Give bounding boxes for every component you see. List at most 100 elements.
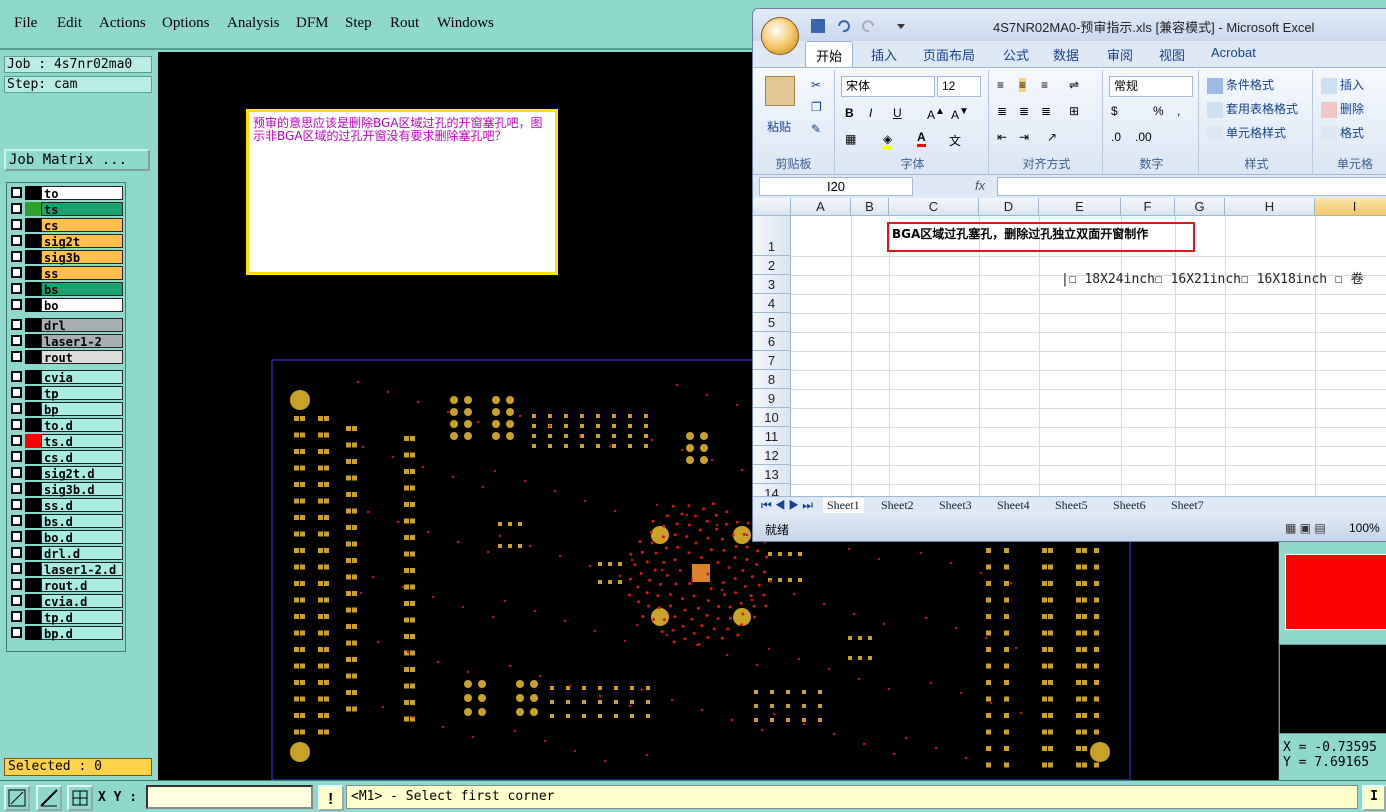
layer-checkbox[interactable] [11,267,22,278]
formula-input[interactable] [997,177,1386,196]
copy-icon[interactable]: ❐ [811,100,822,114]
cell-c1[interactable]: BGA区域过孔塞孔，删除过孔独立双面开窗制作 [887,222,1195,252]
column-header-d[interactable]: D [979,198,1039,216]
layer-name[interactable]: ss [41,266,123,281]
layer-name[interactable]: drl [41,318,123,333]
layer-row[interactable]: to [7,185,127,201]
job-matrix-button[interactable]: Job Matrix ... [4,149,150,171]
column-header-g[interactable]: G [1175,198,1225,216]
menu-edit[interactable]: Edit [57,15,82,32]
layer-checkbox[interactable] [11,627,22,638]
align-middle-icon[interactable]: ≡ [1019,78,1027,92]
tab-data[interactable]: 数据 [1053,45,1079,64]
layer-row[interactable]: bo.d [7,529,127,545]
layer-row[interactable]: laser1-2.d [7,561,127,577]
zoom-level[interactable]: 100% [1349,521,1380,535]
tab-insert[interactable]: 插入 [871,45,897,64]
layer-checkbox[interactable] [11,387,22,398]
layer-row[interactable]: sig3b.d [7,481,127,497]
layer-checkbox[interactable] [11,419,22,430]
layer-checkbox[interactable] [11,403,22,414]
layer-checkbox[interactable] [11,531,22,542]
column-header-f[interactable]: F [1121,198,1175,216]
layer-row[interactable]: tp [7,385,127,401]
layer-name[interactable]: cvia.d [41,594,123,609]
fill-color-icon[interactable]: ◈ [883,132,893,149]
tab-home[interactable]: 开始 [805,41,854,67]
sheet-tab[interactable]: Sheet3 [939,498,972,513]
layer-row[interactable]: to.d [7,417,127,433]
layer-checkbox[interactable] [11,283,22,294]
grid-icon[interactable] [67,785,93,811]
layer-name[interactable]: bp [41,402,123,417]
column-header-e[interactable]: E [1039,198,1121,216]
layer-row[interactable]: rout.d [7,577,127,593]
column-header-h[interactable]: H [1225,198,1315,216]
align-left-icon[interactable]: ≣ [997,104,1007,118]
row-header[interactable]: 8 [753,370,791,389]
layer-name[interactable]: bo [41,298,123,313]
layer-name[interactable]: bo.d [41,530,123,545]
paste-button[interactable]: 粘贴 [767,118,791,135]
layer-row[interactable]: bp.d [7,625,127,641]
row-header[interactable]: 13 [753,465,791,484]
layer-checkbox[interactable] [11,579,22,590]
tab-formulas[interactable]: 公式 [1003,45,1029,64]
sheet-tab[interactable]: Sheet6 [1113,498,1146,513]
paste-icon[interactable] [765,76,795,106]
layer-name[interactable]: bs.d [41,514,123,529]
fx-icon[interactable]: fx [975,178,985,193]
menu-analysis[interactable]: Analysis [227,15,280,32]
comma-icon[interactable]: , [1177,104,1180,118]
layer-row[interactable]: sig3b [7,249,127,265]
layer-row[interactable]: bp [7,401,127,417]
row-header[interactable]: 6 [753,332,791,351]
tab-page-layout[interactable]: 页面布局 [923,45,975,64]
phonetic-icon[interactable]: 文 [949,132,961,149]
layer-checkbox[interactable] [11,187,22,198]
layer-row[interactable]: ss.d [7,497,127,513]
align-bottom-icon[interactable]: ≡ [1041,78,1048,92]
layer-checkbox[interactable] [11,335,22,346]
merge-center-icon[interactable]: ⊞ [1069,104,1079,118]
orientation-icon[interactable]: ↗ [1047,130,1057,144]
layer-checkbox[interactable] [11,563,22,574]
layer-row[interactable]: cs.d [7,449,127,465]
layer-name[interactable]: to.d [41,418,123,433]
layer-row[interactable]: tp.d [7,609,127,625]
cell-styles-button[interactable]: 单元格样式 [1207,124,1286,142]
row-header[interactable]: 1 [753,216,791,256]
row-header[interactable]: 9 [753,389,791,408]
layer-checkbox[interactable] [11,611,22,622]
align-center-icon[interactable]: ≣ [1019,104,1029,118]
layer-name[interactable]: rout [41,350,123,365]
overview-box[interactable] [1279,644,1386,734]
layer-row[interactable]: bs [7,281,127,297]
decrease-indent-icon[interactable]: ⇤ [997,130,1007,144]
sheet-tab[interactable]: Sheet7 [1171,498,1204,513]
menu-windows[interactable]: Windows [437,15,494,32]
alert-icon[interactable]: ! [318,785,344,811]
decrease-decimal-icon[interactable]: .00 [1135,130,1152,144]
layer-name[interactable]: laser1-2 [41,334,123,349]
italic-icon[interactable]: I [869,106,872,120]
row2-options[interactable]: |☐ 18X24inch☐ 16X21inch☐ 16X18inch ☐ 卷 [1061,268,1364,287]
column-header-i[interactable]: I [1315,198,1386,216]
layer-name[interactable]: ts [41,202,123,217]
row-header[interactable]: 14 [753,484,791,496]
layer-name[interactable]: ts.d [41,434,123,449]
row-header[interactable]: 11 [753,427,791,446]
zoom-window-icon[interactable] [4,785,30,811]
menu-actions[interactable]: Actions [99,15,146,32]
sheet-tab[interactable]: Sheet4 [997,498,1030,513]
layer-row[interactable]: cvia.d [7,593,127,609]
format-as-table-button[interactable]: 套用表格格式 [1207,100,1298,118]
row-header[interactable]: 3 [753,275,791,294]
underline-icon[interactable]: U [893,106,902,120]
row-header[interactable]: 10 [753,408,791,427]
layer-name[interactable]: cs [41,218,123,233]
tab-view[interactable]: 视图 [1159,45,1185,64]
format-painter-icon[interactable]: ✎ [811,122,821,136]
font-color-icon[interactable]: A [917,130,926,147]
row-header[interactable]: 12 [753,446,791,465]
